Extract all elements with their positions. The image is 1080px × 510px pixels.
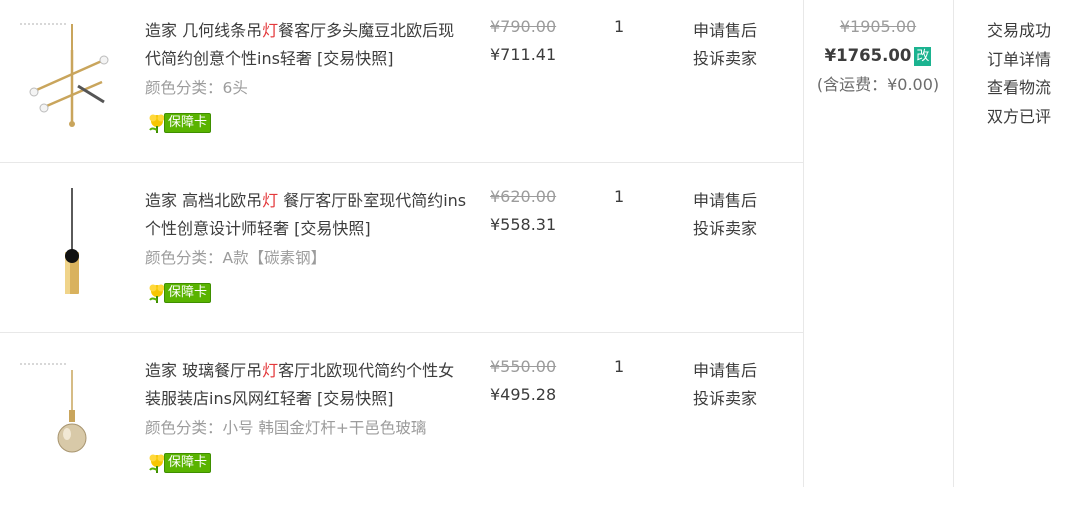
column-divider xyxy=(953,0,954,487)
product-thumbnail[interactable] xyxy=(12,180,112,320)
order-status: 交易成功 订单详情 查看物流 双方已评 xyxy=(987,17,1051,131)
complain-link[interactable]: 投诉卖家 xyxy=(693,45,757,69)
guarantee-label: 保障卡 xyxy=(164,453,212,473)
quantity: 1 xyxy=(614,357,625,376)
sku-spec: 颜色分类：A款【碳素钢】 xyxy=(145,249,327,267)
product-title[interactable]: 造家 高档北欧吊灯 餐厅客厅卧室现代简约ins个性创意设计师轻奢 [交易快照] xyxy=(145,187,470,243)
title-highlight[interactable]: 灯 xyxy=(262,361,278,380)
paid-total: ¥1765.00 改 xyxy=(803,45,953,67)
price-modified-badge: 改 xyxy=(914,46,932,66)
snapshot-link[interactable]: [交易快照] xyxy=(317,389,394,408)
paid-price: ¥495.28 xyxy=(490,385,557,404)
product-title[interactable]: 造家 玻璃餐厅吊灯客厅北欧现代简约个性女装服装店ins风网红轻奢 [交易快照] xyxy=(145,357,470,413)
snapshot-link[interactable]: [交易快照] xyxy=(294,219,371,238)
after-sale-link[interactable]: 申请售后 xyxy=(693,187,757,211)
original-total: ¥1905.00 xyxy=(839,17,917,36)
after-sale-link[interactable]: 申请售后 xyxy=(693,357,757,381)
order-item-row: 造家 高档北欧吊灯 餐厅客厅卧室现代简约ins个性创意设计师轻奢 [交易快照] … xyxy=(0,170,803,340)
order-item-row: 造家 几何线条吊灯餐客厅多头魔豆北欧后现代简约创意个性ins轻奢 [交易快照] … xyxy=(0,0,803,170)
order-details-link[interactable]: 订单详情 xyxy=(987,46,1051,75)
title-text[interactable]: 造家 高档北欧吊 xyxy=(145,191,262,210)
original-price: ¥620.00 xyxy=(490,187,557,206)
snapshot-link[interactable]: [交易快照] xyxy=(317,49,394,68)
quantity: 1 xyxy=(614,17,625,36)
guarantee-badge[interactable]: 保障卡 xyxy=(146,452,212,474)
complain-link[interactable]: 投诉卖家 xyxy=(693,385,757,409)
guarantee-badge[interactable]: 保障卡 xyxy=(146,282,212,304)
sku-spec: 颜色分类：6头 xyxy=(145,79,248,97)
order-total: ¥1905.00 ¥1765.00 改 (含运费：¥0.00) xyxy=(803,0,953,96)
original-price: ¥550.00 xyxy=(490,357,557,376)
order-item-row: 造家 玻璃餐厅吊灯客厅北欧现代简约个性女装服装店ins风网红轻奢 [交易快照] … xyxy=(0,340,803,510)
guarantee-label: 保障卡 xyxy=(164,283,212,303)
guarantee-badge[interactable]: 保障卡 xyxy=(146,112,212,134)
quantity: 1 xyxy=(614,187,625,206)
paid-total-amount: ¥1765.00 xyxy=(824,46,912,65)
title-highlight[interactable]: 灯 xyxy=(262,191,278,210)
title-text[interactable]: 造家 几何线条吊 xyxy=(145,21,262,40)
product-thumbnail[interactable] xyxy=(12,350,112,490)
paid-price: ¥711.41 xyxy=(490,45,557,64)
title-highlight[interactable]: 灯 xyxy=(262,21,278,40)
after-sale-link[interactable]: 申请售后 xyxy=(693,17,757,41)
trade-status: 交易成功 xyxy=(987,21,1052,40)
shipping-fee: (含运费：¥0.00) xyxy=(816,75,940,94)
product-title[interactable]: 造家 几何线条吊灯餐客厅多头魔豆北欧后现代简约创意个性ins轻奢 [交易快照] xyxy=(145,17,470,73)
sku-spec: 颜色分类：小号 韩国金灯杆+干邑色玻璃 xyxy=(145,419,427,437)
original-price: ¥790.00 xyxy=(490,17,557,36)
paid-price: ¥558.31 xyxy=(490,215,557,234)
guarantee-label: 保障卡 xyxy=(164,113,212,133)
logistics-link[interactable]: 查看物流 xyxy=(987,74,1051,103)
title-text[interactable]: 造家 玻璃餐厅吊 xyxy=(145,361,262,380)
review-status: 双方已评 xyxy=(987,106,1052,126)
complain-link[interactable]: 投诉卖家 xyxy=(693,215,757,239)
product-thumbnail[interactable] xyxy=(12,10,112,150)
